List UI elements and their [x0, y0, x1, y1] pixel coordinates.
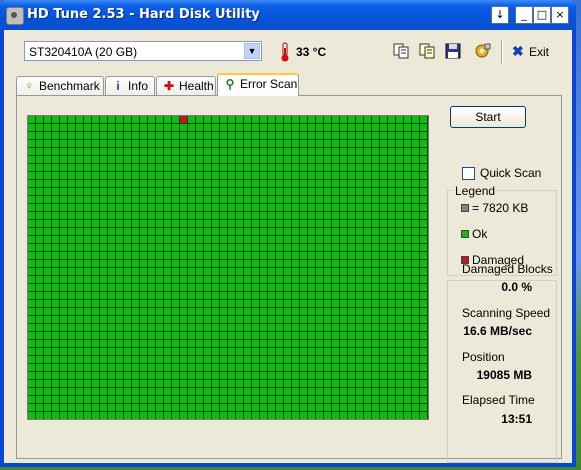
tab-info[interactable]: i Info — [105, 76, 155, 95]
app-window: HD Tune 2.53 - Hard Disk Utility ↓ _ □ ×… — [0, 0, 576, 467]
tab-benchmark[interactable]: ♀ Benchmark — [16, 76, 104, 95]
thermometer-icon — [281, 42, 289, 62]
elapsed-time-value: 13:51 — [501, 412, 532, 426]
maximize-button[interactable]: □ — [533, 6, 551, 24]
temperature-readout: 33 °C — [296, 45, 327, 59]
drive-select[interactable]: ST320410A (20 GB) ▼ — [24, 41, 262, 61]
damaged-blocks-value: 0.0 % — [501, 280, 532, 294]
close-button[interactable]: × — [551, 6, 569, 24]
tab-info-label: Info — [128, 79, 149, 93]
damaged-blocks-label: Damaged Blocks — [462, 262, 553, 276]
app-icon[interactable] — [6, 7, 24, 25]
titlebar-menu-button[interactable]: ↓ — [491, 6, 509, 24]
health-cross-icon: ✚ — [163, 79, 175, 93]
position-label: Position — [462, 350, 505, 364]
copy-all-icon[interactable] — [418, 42, 436, 60]
minimize-button[interactable]: _ — [515, 6, 533, 24]
exit-button[interactable]: Exit — [529, 45, 549, 59]
legend-ok-label: Ok — [472, 227, 488, 241]
quick-scan-label: Quick Scan — [480, 166, 542, 180]
legend-title: Legend — [453, 184, 498, 198]
scanning-speed-value: 16.6 MB/sec — [463, 324, 532, 338]
tab-health[interactable]: ✚ Health — [156, 76, 216, 95]
client-area: ST320410A (20 GB) ▼ 33 °C ✖ Exit ♀ Bench… — [4, 30, 572, 463]
options-gear-icon[interactable] — [474, 42, 492, 60]
legend-block-swatch — [461, 204, 469, 212]
toolbar-separator — [501, 40, 503, 64]
copy-icon[interactable] — [392, 42, 410, 60]
legend-ok-swatch — [461, 230, 469, 238]
save-icon[interactable] — [444, 42, 462, 60]
legend-block-size: = 7820 KB — [472, 201, 529, 215]
tab-benchmark-label: Benchmark — [39, 79, 100, 93]
tab-strip: ♀ Benchmark i Info ✚ Health ⚲ Error Scan — [16, 73, 316, 96]
tab-health-label: Health — [179, 79, 214, 93]
tab-error-scan[interactable]: ⚲ Error Scan — [217, 73, 299, 96]
chevron-down-icon[interactable]: ▼ — [244, 43, 260, 59]
scanning-speed-label: Scanning Speed — [462, 306, 551, 320]
start-button[interactable]: Start — [450, 106, 526, 128]
info-icon: i — [116, 79, 120, 93]
bulb-icon: ♀ — [24, 79, 34, 93]
tab-error-scan-label: Error Scan — [240, 77, 298, 91]
scan-block-grid — [27, 115, 429, 420]
title-bar[interactable]: HD Tune 2.53 - Hard Disk Utility ↓ _ □ × — [0, 0, 576, 30]
window-title: HD Tune 2.53 - Hard Disk Utility — [27, 7, 260, 22]
exit-x-icon[interactable]: ✖ — [512, 43, 524, 60]
drive-select-value: ST320410A (20 GB) — [29, 45, 138, 59]
magnifier-icon: ⚲ — [225, 77, 235, 91]
damaged-block — [180, 116, 187, 123]
quick-scan-checkbox[interactable] — [462, 167, 475, 180]
position-value: 19085 MB — [476, 368, 532, 382]
elapsed-time-label: Elapsed Time — [462, 393, 535, 407]
